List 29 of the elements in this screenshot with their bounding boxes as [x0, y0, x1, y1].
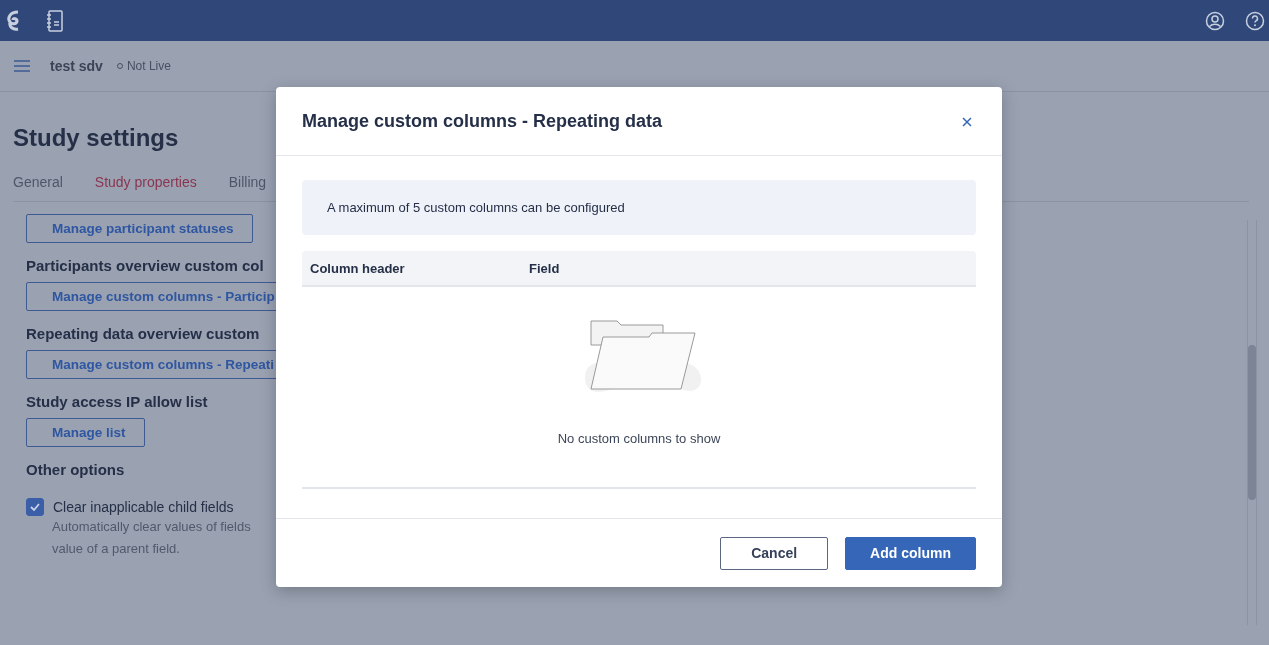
study-name: test sdv — [50, 58, 103, 74]
tab[interactable]: General — [13, 174, 63, 201]
account-icon[interactable] — [1205, 10, 1225, 31]
column-header: Column header — [309, 260, 406, 276]
option-description: Automatically clear values of fields — [52, 518, 251, 536]
checkbox[interactable] — [26, 498, 44, 516]
section-heading: Participants overview custom col — [26, 257, 264, 274]
tab[interactable]: Study properties — [94, 174, 197, 201]
study-status: Not Live — [116, 59, 171, 73]
dialog-title: Manage custom columns - Repeating data — [302, 110, 663, 132]
checkbox-label: Clear inapplicable child fields — [53, 499, 234, 515]
close-icon — [962, 116, 972, 127]
section-heading: Other options — [26, 461, 125, 478]
add-column-button[interactable]: Add column — [845, 536, 976, 570]
manage-button[interactable]: Manage list — [26, 418, 145, 447]
section-heading: Study access IP allow list — [26, 393, 208, 410]
info-notice: A maximum of 5 custom columns can be configured — [302, 180, 976, 235]
checkmark-icon — [30, 503, 40, 511]
tab[interactable]: Billing — [228, 174, 267, 201]
scrollbar-thumb[interactable] — [1248, 345, 1256, 500]
notebook-icon[interactable] — [46, 8, 64, 33]
help-icon[interactable] — [1245, 10, 1265, 31]
page-title: Study settings — [13, 124, 180, 152]
manage-button[interactable]: Manage participant statuses — [26, 214, 253, 243]
option-description: value of a parent field. — [52, 540, 180, 558]
empty-state-text: No custom columns to show — [557, 431, 721, 446]
cancel-button[interactable]: Cancel — [720, 536, 829, 570]
column-header: Field — [528, 260, 561, 276]
section-heading: Repeating data overview custom — [26, 325, 260, 342]
